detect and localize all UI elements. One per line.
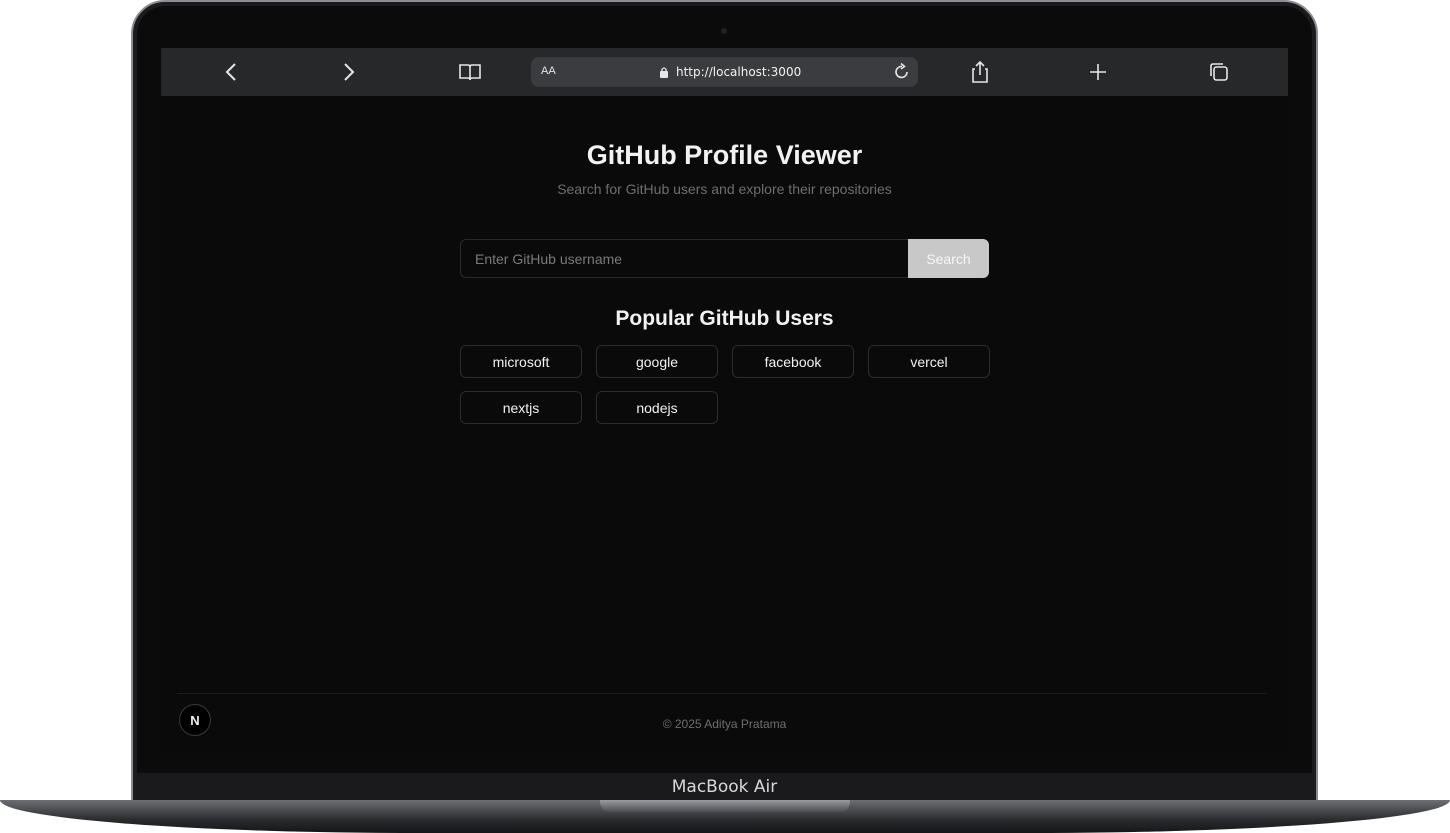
chevron-right-icon[interactable] (331, 58, 367, 86)
browser-toolbar: AA http://localhost:3000 (161, 48, 1288, 96)
user-button-nodejs[interactable]: nodejs (596, 391, 718, 424)
footer-copyright: © 2025 Aditya Pratama (662, 717, 787, 731)
popular-users-list: microsoft google facebook vercel nextjs … (460, 345, 990, 424)
page-subtitle: Search for GitHub users and explore thei… (557, 181, 892, 197)
address-bar[interactable]: AA http://localhost:3000 (531, 57, 918, 87)
popular-users-title: Popular GitHub Users (615, 307, 834, 330)
user-button-google[interactable]: google (596, 345, 718, 378)
laptop-chin: MacBook Air (137, 773, 1312, 802)
book-icon[interactable] (452, 58, 488, 86)
user-button-microsoft[interactable]: microsoft (460, 345, 582, 378)
browser-window: AA http://localhost:3000 GitHub Profile … (161, 48, 1288, 753)
laptop-notch (600, 800, 850, 812)
share-icon[interactable] (962, 58, 998, 86)
text-size-button[interactable]: AA (541, 65, 556, 77)
search-button[interactable]: Search (908, 239, 989, 278)
url-text: http://localhost:3000 (676, 65, 802, 79)
tabs-icon[interactable] (1201, 58, 1237, 86)
device-label: MacBook Air (671, 777, 778, 797)
plus-icon[interactable] (1080, 58, 1116, 86)
lock-icon (659, 65, 669, 83)
camera (721, 28, 727, 34)
user-button-vercel[interactable]: vercel (868, 345, 990, 378)
search-input[interactable] (460, 239, 910, 278)
footer-divider (177, 693, 1267, 694)
page-title: GitHub Profile Viewer (586, 140, 863, 170)
user-button-facebook[interactable]: facebook (732, 345, 854, 378)
user-button-nextjs[interactable]: nextjs (460, 391, 582, 424)
chevron-left-icon[interactable] (213, 58, 249, 86)
reload-icon[interactable] (893, 61, 911, 86)
